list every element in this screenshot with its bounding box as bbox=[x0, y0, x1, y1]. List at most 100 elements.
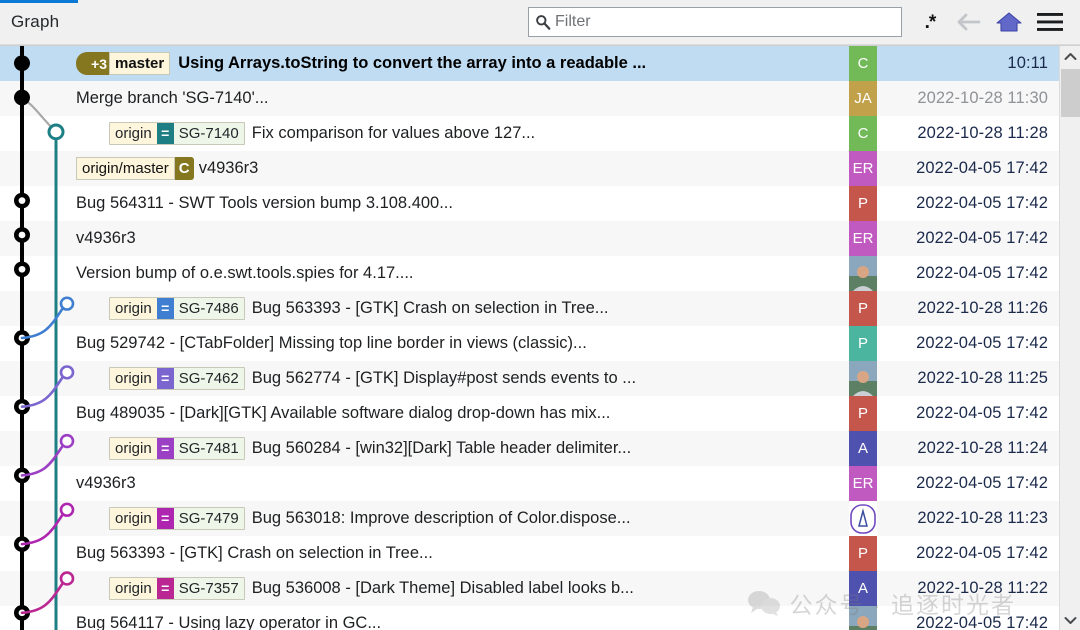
commit-message: Bug 560284 - [win32][Dark] Table header … bbox=[252, 439, 631, 458]
commit-date: 2022-04-05 17:42 bbox=[877, 326, 1059, 361]
author-initial-badge: C bbox=[175, 157, 194, 180]
branch-tag-local[interactable]: SG-7486 bbox=[174, 298, 244, 319]
branch-tag[interactable]: origin=SG-7479 bbox=[109, 507, 245, 530]
avatar: P bbox=[849, 186, 877, 221]
menu-button[interactable] bbox=[1029, 5, 1071, 39]
home-icon bbox=[996, 11, 1022, 33]
left-arrow-icon bbox=[956, 12, 982, 32]
branch-tag[interactable]: origin=SG-7140 bbox=[109, 122, 245, 145]
commit-message: Fix comparison for values above 127... bbox=[252, 124, 535, 143]
table-row[interactable]: v4936r3ER2022-04-05 17:42 bbox=[0, 466, 1059, 501]
commit-date: 2022-10-28 11:28 bbox=[877, 116, 1059, 151]
commit-message: Bug 564311 - SWT Tools version bump 3.10… bbox=[76, 194, 453, 213]
avatar bbox=[849, 361, 877, 396]
commit-subject-cell: Bug 563393 - [GTK] Crash on selection in… bbox=[76, 536, 849, 571]
graph-gutter bbox=[0, 221, 76, 256]
commit-date: 2022-04-05 17:42 bbox=[877, 186, 1059, 221]
branch-chip-group[interactable]: origin/masterC bbox=[76, 157, 199, 180]
commit-subject-cell: v4936r3 bbox=[76, 466, 849, 501]
table-row[interactable]: origin=SG-7140 Fix comparison for values … bbox=[0, 116, 1059, 151]
extra-refs-badge[interactable]: +3 bbox=[76, 52, 110, 75]
commit-date: 2022-04-05 17:42 bbox=[877, 256, 1059, 291]
commit-message: Using Arrays.toString to convert the arr… bbox=[178, 54, 646, 73]
branch-tag-remote[interactable]: origin bbox=[110, 438, 157, 459]
branch-tag-remote[interactable]: origin bbox=[110, 123, 157, 144]
branch-tag[interactable]: origin=SG-7462 bbox=[109, 367, 245, 390]
table-row[interactable]: origin=SG-7462Bug 562774 - [GTK] Display… bbox=[0, 361, 1059, 396]
table-row[interactable]: Bug 489035 - [Dark][GTK] Available softw… bbox=[0, 396, 1059, 431]
branch-tag-remote[interactable]: origin bbox=[110, 578, 157, 599]
graph-gutter bbox=[0, 431, 76, 466]
branch-tag-equals-icon: = bbox=[157, 123, 174, 144]
table-row[interactable]: Merge branch 'SG-7140'...JA2022-10-28 11… bbox=[0, 81, 1059, 116]
branch-tag[interactable]: origin=SG-7486 bbox=[109, 297, 245, 320]
commit-message: Version bump of o.e.swt.tools.spies for … bbox=[76, 264, 414, 283]
commit-message: Bug 563018: Improve description of Color… bbox=[252, 509, 631, 528]
table-row[interactable]: v4936r3ER2022-04-05 17:42 bbox=[0, 221, 1059, 256]
avatar: P bbox=[849, 536, 877, 571]
branch-tag[interactable]: origin=SG-7481 bbox=[109, 437, 245, 460]
scroll-up-button[interactable] bbox=[1060, 46, 1080, 66]
commit-date: 2022-04-05 17:42 bbox=[877, 221, 1059, 256]
commit-list: +3masterUsing Arrays.toString to convert… bbox=[0, 45, 1080, 630]
branch-tag-remote[interactable]: origin bbox=[110, 368, 157, 389]
table-row[interactable]: origin=SG-7481 Bug 560284 - [win32][Dark]… bbox=[0, 431, 1059, 466]
branch-tag-remote[interactable]: origin bbox=[110, 508, 157, 529]
commit-message: v4936r3 bbox=[76, 229, 136, 248]
branch-tag-local[interactable]: SG-7479 bbox=[174, 508, 244, 529]
tab-graph[interactable]: Graph bbox=[0, 12, 59, 32]
active-tab-accent bbox=[0, 0, 78, 3]
table-row[interactable]: Bug 563393 - [GTK] Crash on selection in… bbox=[0, 536, 1059, 571]
table-row[interactable]: Bug 564117 - Using lazy operator in GC..… bbox=[0, 606, 1059, 630]
commit-date: 2022-10-28 11:24 bbox=[877, 431, 1059, 466]
branch-tag-equals-icon: = bbox=[157, 508, 174, 529]
hamburger-menu-icon bbox=[1036, 11, 1064, 33]
commit-subject-cell: origin=SG-7486Bug 563393 - [GTK] Crash o… bbox=[76, 291, 849, 326]
graph-gutter bbox=[0, 81, 76, 116]
branch-chip-master[interactable]: master bbox=[109, 52, 170, 75]
scroll-down-button[interactable] bbox=[1060, 610, 1080, 630]
branch-tag-local[interactable]: SG-7140 bbox=[174, 123, 244, 144]
home-button[interactable] bbox=[989, 5, 1029, 39]
commit-subject-cell: origin/masterCv4936r3 bbox=[76, 151, 849, 186]
table-row[interactable]: Version bump of o.e.swt.tools.spies for … bbox=[0, 256, 1059, 291]
commit-subject-cell: origin=SG-7462Bug 562774 - [GTK] Display… bbox=[76, 361, 849, 396]
commit-date: 2022-10-28 11:23 bbox=[877, 501, 1059, 536]
branch-tag-local[interactable]: SG-7481 bbox=[174, 438, 244, 459]
filter-input-wrapper[interactable]: Filter bbox=[528, 7, 902, 37]
branch-tag-equals-icon: = bbox=[157, 368, 174, 389]
scrollbar-thumb[interactable] bbox=[1061, 69, 1080, 117]
commit-subject-cell: origin=SG-7481 Bug 560284 - [win32][Dark]… bbox=[76, 431, 849, 466]
commit-message: Bug 536008 - [Dark Theme] Disabled label… bbox=[252, 579, 634, 598]
avatar: P bbox=[849, 396, 877, 431]
commit-date: 2022-10-28 11:22 bbox=[877, 571, 1059, 606]
table-row[interactable]: origin=SG-7486Bug 563393 - [GTK] Crash o… bbox=[0, 291, 1059, 326]
table-row[interactable]: Bug 564311 - SWT Tools version bump 3.10… bbox=[0, 186, 1059, 221]
table-row[interactable]: origin/masterCv4936r3ER2022-04-05 17:42 bbox=[0, 151, 1059, 186]
avatar: ER bbox=[849, 466, 877, 501]
table-row[interactable]: origin=SG-7479 Bug 563018: Improve descri… bbox=[0, 501, 1059, 536]
commit-message: Merge branch 'SG-7140'... bbox=[76, 89, 268, 108]
graph-gutter bbox=[0, 116, 76, 151]
branch-tag-local[interactable]: SG-7357 bbox=[174, 578, 244, 599]
graph-gutter bbox=[0, 396, 76, 431]
branch-tag-remote[interactable]: origin bbox=[110, 298, 157, 319]
chevron-down-icon bbox=[1064, 616, 1077, 625]
branch-chip-group[interactable]: +3master bbox=[76, 52, 178, 75]
commit-date: 10:11 bbox=[877, 46, 1059, 81]
table-row[interactable]: Bug 529742 - [CTabFolder] Missing top li… bbox=[0, 326, 1059, 361]
toolbar: Filter .* bbox=[528, 5, 1080, 39]
branch-tag-local[interactable]: SG-7462 bbox=[174, 368, 244, 389]
vertical-scrollbar[interactable] bbox=[1059, 46, 1080, 630]
avatar: A bbox=[849, 571, 877, 606]
graph-gutter bbox=[0, 326, 76, 361]
regex-toggle-button[interactable]: .* bbox=[911, 6, 949, 38]
back-button[interactable] bbox=[949, 5, 989, 39]
avatar: A bbox=[849, 431, 877, 466]
branch-chip-origin-master[interactable]: origin/master bbox=[76, 157, 175, 180]
table-row[interactable]: origin=SG-7357 Bug 536008 - [Dark Theme] … bbox=[0, 571, 1059, 606]
scrollbar-track[interactable] bbox=[1060, 66, 1080, 610]
commit-subject-cell: v4936r3 bbox=[76, 221, 849, 256]
table-row[interactable]: +3masterUsing Arrays.toString to convert… bbox=[0, 46, 1059, 81]
branch-tag[interactable]: origin=SG-7357 bbox=[109, 577, 245, 600]
